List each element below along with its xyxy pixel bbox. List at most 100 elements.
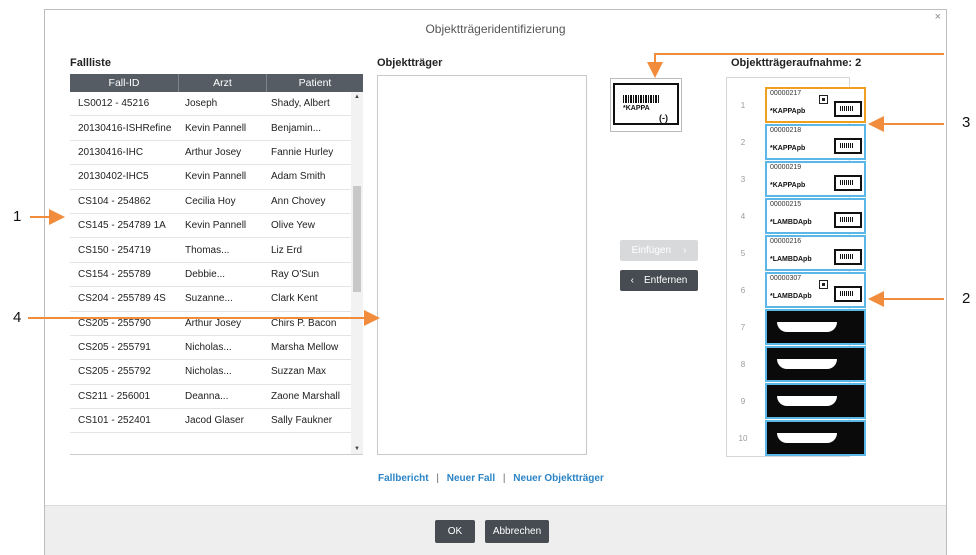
case-id-cell: CS104 - 254862 (78, 195, 151, 207)
slide-tray: 1 00000217 *KAPPApb 2 00000218 *KAPPApb 3 00000… (726, 77, 866, 457)
slide-label-preview: *KAPPA (-) (610, 78, 682, 132)
new-slide-link[interactable]: Neuer Objektträger (513, 473, 604, 484)
patient-cell: Benjamin... (271, 122, 322, 134)
slides-label: Objektträger (377, 57, 443, 69)
ok-button[interactable]: OK (435, 520, 475, 543)
barcode-icon (623, 95, 659, 103)
tray-slot[interactable]: 00000216 *LAMBDApb (765, 235, 866, 271)
patient-cell: Olive Yew (271, 220, 315, 232)
footer-links: Fallbericht | Neuer Fall | Neuer Objektt… (378, 473, 604, 484)
doctor-cell: Deanna... (185, 390, 229, 402)
tray-slot[interactable]: 00000217 *KAPPApb (765, 87, 866, 123)
table-row[interactable]: LS0012 - 45216 Joseph Shady, Albert (70, 92, 363, 117)
case-id-cell: 20130416-ISHRefine (78, 122, 172, 134)
case-id-cell: CS150 - 254719 (78, 244, 151, 256)
column-header-case-id[interactable]: Fall-ID (70, 74, 179, 92)
tray-slot[interactable] (765, 309, 866, 345)
slide-marker: *KAPPApb (770, 182, 806, 189)
callout-number-3: 3 (962, 114, 971, 131)
table-row[interactable]: 20130402-IHC5 Kevin Pannell Adam Smith (70, 165, 363, 190)
doctor-cell: Nicholas... (185, 366, 232, 378)
slide-label-thumbnail (834, 249, 862, 265)
tray-slot[interactable]: 00000307 *LAMBDApb (765, 272, 866, 308)
slide-capture-label: Objektträgeraufnahme: 2 (731, 57, 862, 69)
table-row[interactable]: CS205 - 255790 Arthur Josey Chirs P. Bacon (70, 312, 363, 336)
table-row[interactable]: CS104 - 254862 Cecilia Hoy Ann Chovey (70, 190, 363, 214)
slide-id: 00000307 (770, 275, 802, 282)
tray-slot[interactable] (765, 346, 866, 382)
remove-button[interactable]: ‹ Entfernen (620, 270, 698, 291)
doctor-cell: Cecilia Hoy (185, 195, 236, 207)
patient-cell: Ray O'Sun (271, 268, 320, 280)
case-list-table: Fall-ID Arzt Patient LS0012 - 45216 Josep… (70, 74, 363, 455)
table-row[interactable]: CS154 - 255789 Debbie... Ray O'Sun (70, 263, 363, 288)
case-report-link[interactable]: Fallbericht (378, 473, 429, 484)
chevron-right-icon: › (683, 245, 687, 256)
scroll-up-icon[interactable]: ▲ (352, 94, 362, 100)
slide-list[interactable] (377, 75, 587, 455)
table-row[interactable]: 20130416-IHC Arthur Josey Fannie Hurley (70, 141, 363, 166)
scroll-thumb[interactable] (353, 186, 361, 292)
patient-cell: Liz Erd (271, 244, 303, 256)
slide-label-thumbnail (834, 101, 862, 117)
case-list-scrollbar[interactable]: ▲ ▼ (351, 92, 363, 454)
column-header-doctor[interactable]: Arzt (179, 74, 267, 92)
slide-marker: *LAMBDApb (770, 219, 812, 226)
table-row[interactable]: CS145 - 254789 1A Kevin Pannell Olive Yew (70, 214, 363, 239)
table-row[interactable]: 20130416-ISHRefine Kevin Pannell Benjamin.… (70, 116, 363, 141)
patient-cell: Suzzan Max (271, 366, 327, 378)
case-id-cell: LS0012 - 45216 (78, 98, 150, 110)
tray-slot[interactable]: 00000215 *LAMBDApb (765, 198, 866, 234)
tray-slot[interactable] (765, 420, 866, 456)
case-id-cell: 20130402-IHC5 (78, 171, 149, 183)
patient-cell: Shady, Albert (271, 98, 330, 110)
slide-marker: *KAPPApb (770, 108, 806, 115)
slot-number: 10 (738, 434, 748, 443)
doctor-cell: Thomas... (185, 244, 230, 256)
datamatrix-icon (819, 95, 828, 104)
slide-label-thumbnail (834, 175, 862, 191)
table-row[interactable]: CS204 - 255789 4S Suzanne... Clark Kent (70, 287, 363, 312)
slot-number: 2 (740, 138, 746, 147)
slot-number: 4 (740, 212, 746, 221)
slide-marker: *KAPPApb (770, 145, 806, 152)
new-case-link[interactable]: Neuer Fall (447, 473, 495, 484)
patient-cell: Marsha Mellow (271, 342, 339, 354)
case-id-cell: CS211 - 256001 (78, 390, 151, 402)
tray-slot[interactable] (765, 383, 866, 419)
patient-cell: Ann Chovey (271, 195, 326, 207)
doctor-cell: Arthur Josey (185, 317, 242, 329)
slot-number: 1 (740, 101, 746, 110)
slide-identification-dialog: Objektträgeridentifizierung × Fallliste … (44, 9, 947, 555)
cancel-button[interactable]: Abbrechen (485, 520, 549, 543)
table-row[interactable]: CS205 - 255792 Nicholas... Suzzan Max (70, 360, 363, 385)
insert-button[interactable]: Einfügen › (620, 240, 698, 261)
tray-slot[interactable]: 00000219 *KAPPApb (765, 161, 866, 197)
case-id-cell: CS205 - 255792 (78, 366, 151, 378)
doctor-cell: Kevin Pannell (185, 171, 247, 183)
case-id-cell: CS101 - 252401 (78, 415, 151, 427)
remove-button-label: Entfernen (643, 275, 688, 286)
patient-cell: Chirs P. Bacon (271, 317, 337, 329)
slide-marker: *LAMBDApb (770, 256, 812, 263)
slide-label-thumbnail (834, 138, 862, 154)
callout-number-4: 4 (13, 309, 22, 326)
slot-number: 9 (740, 397, 746, 406)
close-icon[interactable]: × (935, 11, 941, 23)
table-row[interactable]: CS101 - 252401 Jacod Glaser Sally Faukner (70, 409, 363, 434)
slot-number: 5 (740, 249, 746, 258)
slot-number: 3 (740, 175, 746, 184)
doctor-cell: Suzanne... (185, 293, 233, 305)
chevron-left-icon: ‹ (630, 275, 634, 286)
scroll-down-icon[interactable]: ▼ (352, 446, 362, 452)
tray-slot[interactable]: 00000218 *KAPPApb (765, 124, 866, 160)
table-row[interactable]: CS211 - 256001 Deanna... Zaone Marshall (70, 385, 363, 410)
column-header-patient[interactable]: Patient (267, 74, 363, 92)
preview-label-image: *KAPPA (-) (613, 83, 679, 125)
slot-number: 7 (740, 323, 746, 332)
table-row[interactable]: CS150 - 254719 Thomas... Liz Erd (70, 238, 363, 263)
case-id-cell: CS145 - 254789 1A (78, 220, 166, 232)
doctor-cell: Arthur Josey (185, 146, 242, 158)
doctor-cell: Jacod Glaser (185, 415, 244, 427)
table-row[interactable]: CS205 - 255791 Nicholas... Marsha Mellow (70, 336, 363, 361)
